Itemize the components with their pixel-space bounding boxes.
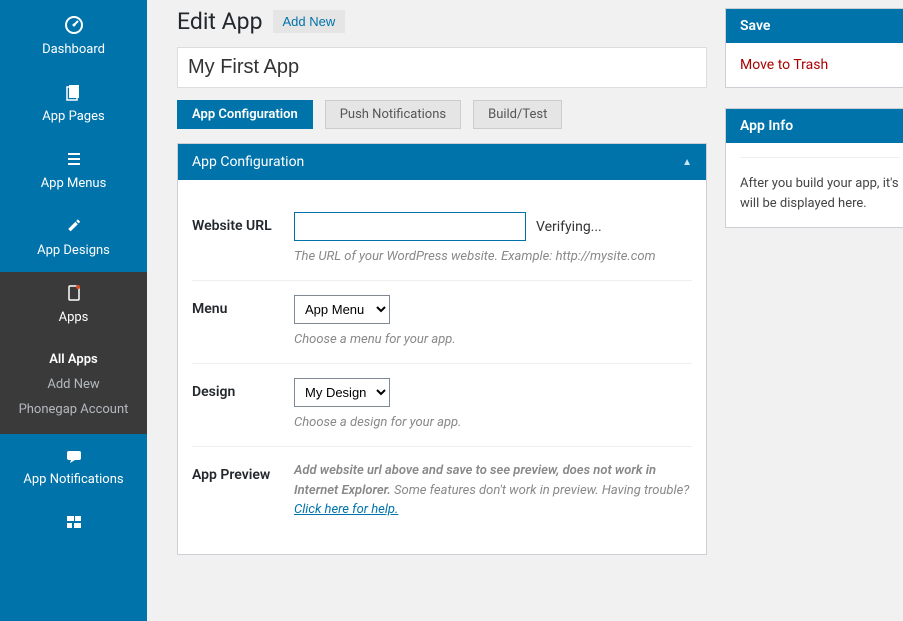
verify-status: Verifying... xyxy=(536,219,602,235)
save-metabox: Save Move to Trash xyxy=(725,8,903,88)
sidebar-item-app-designs[interactable]: App Designs xyxy=(0,205,147,272)
pages-icon xyxy=(63,81,85,103)
panel-header[interactable]: App Configuration ▲ xyxy=(178,144,706,180)
admin-sidebar: Dashboard App Pages App Menus App Design… xyxy=(0,0,147,621)
field-label: Design xyxy=(192,378,294,430)
sidebar-item-label: Apps xyxy=(59,310,89,325)
main-content: Edit App Add New App Configuration Push … xyxy=(147,0,903,621)
field-design: Design My Design Choose a design for you… xyxy=(192,364,692,447)
app-info-metabox: App Info After you build your app, it's … xyxy=(725,108,903,228)
sidebar-item-label: App Pages xyxy=(42,109,104,124)
sidebar-item-app-menus[interactable]: App Menus xyxy=(0,138,147,205)
sidebar-item-app-notifications[interactable]: App Notifications xyxy=(0,434,147,501)
panel-title: App Configuration xyxy=(192,154,304,170)
sidebar-item-app-pages[interactable]: App Pages xyxy=(0,71,147,138)
panel-body: Website URL Verifying... The URL of your… xyxy=(178,180,706,554)
design-select[interactable]: My Design xyxy=(294,378,390,407)
sidebar-item-label: App Notifications xyxy=(23,472,123,487)
edit-column: Edit App Add New App Configuration Push … xyxy=(177,8,707,621)
tabs: App Configuration Push Notifications Bui… xyxy=(177,100,707,129)
field-label: App Preview xyxy=(192,461,294,520)
field-app-preview: App Preview Add website url above and sa… xyxy=(192,447,692,536)
sidebar-item-apps[interactable]: Apps xyxy=(0,272,147,339)
field-label: Menu xyxy=(192,295,294,347)
apps-icon xyxy=(63,282,85,304)
sidebar-right: Save Move to Trash App Info After you bu… xyxy=(725,8,903,621)
sidebar-item-label: Dashboard xyxy=(42,42,105,57)
metabox-title: App Info xyxy=(726,109,903,143)
website-url-input[interactable] xyxy=(294,212,526,241)
chevron-up-icon: ▲ xyxy=(682,157,692,168)
tab-build-test[interactable]: Build/Test xyxy=(473,100,562,129)
field-label: Website URL xyxy=(192,212,294,264)
designs-icon xyxy=(63,215,85,237)
field-help: Choose a menu for your app. xyxy=(294,332,692,347)
field-website-url: Website URL Verifying... The URL of your… xyxy=(192,198,692,281)
dashboard-icon xyxy=(63,14,85,36)
sidebar-item-dashboard[interactable]: Dashboard xyxy=(0,4,147,71)
app-info-text: After you build your app, it's will be d… xyxy=(740,157,900,213)
page-title: Edit App xyxy=(177,8,263,35)
sidebar-sub-all-apps[interactable]: All Apps xyxy=(0,347,147,372)
sidebar-item-label: App Menus xyxy=(41,176,107,191)
preview-help-text: Add website url above and save to see pr… xyxy=(294,461,692,520)
menus-icon xyxy=(63,148,85,170)
tab-push-notifications[interactable]: Push Notifications xyxy=(325,100,461,129)
help-link[interactable]: Click here for help. xyxy=(294,502,398,517)
sidebar-sub-add-new[interactable]: Add New xyxy=(0,372,147,397)
notifications-icon xyxy=(63,444,85,466)
field-menu: Menu App Menu Choose a menu for your app… xyxy=(192,281,692,364)
app-title-input[interactable] xyxy=(177,47,707,88)
menu-select[interactable]: App Menu xyxy=(294,295,390,324)
move-to-trash-link[interactable]: Move to Trash xyxy=(740,57,828,73)
app-configuration-panel: App Configuration ▲ Website URL Verifyin… xyxy=(177,143,707,555)
sidebar-submenu: All Apps Add New Phonegap Account xyxy=(0,339,147,434)
field-help: The URL of your WordPress website. Examp… xyxy=(294,249,692,264)
tab-app-configuration[interactable]: App Configuration xyxy=(177,100,313,129)
settings-icon xyxy=(63,511,85,533)
page-header: Edit App Add New xyxy=(177,8,707,35)
sidebar-item-label: App Designs xyxy=(37,243,110,258)
sidebar-sub-phonegap[interactable]: Phonegap Account xyxy=(0,397,147,422)
sidebar-item-settings[interactable] xyxy=(0,501,147,553)
field-help: Choose a design for your app. xyxy=(294,415,692,430)
add-new-button[interactable]: Add New xyxy=(273,10,346,33)
metabox-title: Save xyxy=(726,9,903,43)
